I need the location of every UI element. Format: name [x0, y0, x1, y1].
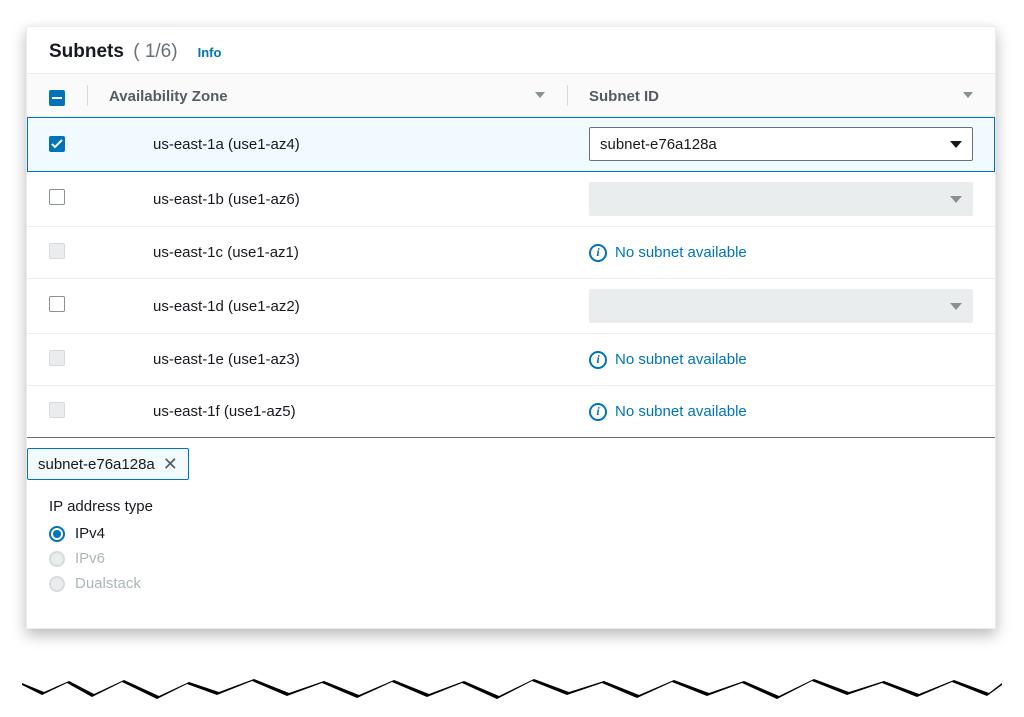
- ip-address-type-label: IP address type: [49, 498, 973, 515]
- chevron-down-icon: [950, 141, 962, 148]
- subnet-select[interactable]: subnet-e76a128a: [589, 127, 973, 161]
- panel-title: Subnets ( 1/6): [49, 41, 178, 63]
- availability-zone: us-east-1a (use1-az4): [109, 136, 545, 153]
- sort-icon[interactable]: [963, 92, 973, 98]
- subnet-token: subnet-e76a128a ✕: [27, 448, 189, 480]
- panel-header: Subnets ( 1/6) Info: [27, 27, 995, 74]
- subnet-token-label: subnet-e76a128a: [38, 456, 155, 473]
- no-subnet-message: i No subnet available: [589, 351, 973, 369]
- radio-label: IPv4: [75, 525, 105, 542]
- ip-option-ipv4[interactable]: IPv4: [49, 521, 973, 546]
- table-row: us-east-1a (use1-az4) subnet-e76a128a: [27, 117, 995, 172]
- chevron-down-icon: [950, 303, 962, 310]
- table-row: us-east-1f (use1-az5) i No subnet availa…: [27, 386, 995, 438]
- select-all-checkbox[interactable]: [49, 90, 65, 106]
- ip-option-ipv6: IPv6: [49, 546, 973, 571]
- availability-zone: us-east-1b (use1-az6): [109, 191, 545, 208]
- radio-icon: [49, 576, 65, 592]
- radio-label: Dualstack: [75, 575, 141, 592]
- radio-icon: [49, 551, 65, 567]
- column-header-az[interactable]: Availability Zone: [109, 88, 228, 105]
- subnet-select-value: subnet-e76a128a: [600, 136, 717, 153]
- info-icon: i: [589, 403, 607, 421]
- row-checkbox-disabled: [49, 350, 65, 366]
- row-checkbox-disabled: [49, 243, 65, 259]
- availability-zone: us-east-1e (use1-az3): [109, 351, 545, 368]
- ip-option-dualstack: Dualstack: [49, 571, 973, 596]
- torn-edge-decoration: [22, 677, 1002, 703]
- no-subnet-text: No subnet available: [615, 351, 747, 368]
- sort-icon[interactable]: [535, 92, 545, 98]
- panel-title-text: Subnets: [49, 41, 124, 62]
- radio-icon: [49, 526, 65, 542]
- availability-zone: us-east-1c (use1-az1): [109, 244, 545, 261]
- radio-label: IPv6: [75, 550, 105, 567]
- availability-zone: us-east-1d (use1-az2): [109, 298, 545, 315]
- info-link[interactable]: Info: [198, 45, 222, 60]
- row-checkbox-disabled: [49, 402, 65, 418]
- table-row: us-east-1b (use1-az6): [27, 172, 995, 227]
- subnets-table: Availability Zone Subnet ID: [27, 74, 995, 438]
- row-checkbox[interactable]: [49, 296, 65, 312]
- column-header-subnet[interactable]: Subnet ID: [589, 88, 659, 105]
- subnet-select-disabled: [589, 182, 973, 216]
- no-subnet-message: i No subnet available: [589, 403, 973, 421]
- subnet-select-disabled: [589, 289, 973, 323]
- row-checkbox[interactable]: [49, 136, 65, 152]
- table-row: us-east-1d (use1-az2): [27, 279, 995, 334]
- table-row: us-east-1e (use1-az3) i No subnet availa…: [27, 334, 995, 386]
- table-row: us-east-1c (use1-az1) i No subnet availa…: [27, 227, 995, 279]
- info-icon: i: [589, 351, 607, 369]
- ip-address-type-section: IP address type IPv4 IPv6 Dualstack: [27, 490, 995, 628]
- no-subnet-text: No subnet available: [615, 244, 747, 261]
- availability-zone: us-east-1f (use1-az5): [109, 403, 545, 420]
- panel-count: ( 1/6): [133, 41, 177, 62]
- selected-subnets-tokens: subnet-e76a128a ✕: [27, 437, 995, 490]
- info-icon: i: [589, 244, 607, 262]
- no-subnet-text: No subnet available: [615, 403, 747, 420]
- no-subnet-message: i No subnet available: [589, 244, 973, 262]
- chevron-down-icon: [950, 196, 962, 203]
- close-icon[interactable]: ✕: [163, 455, 178, 473]
- row-checkbox[interactable]: [49, 189, 65, 205]
